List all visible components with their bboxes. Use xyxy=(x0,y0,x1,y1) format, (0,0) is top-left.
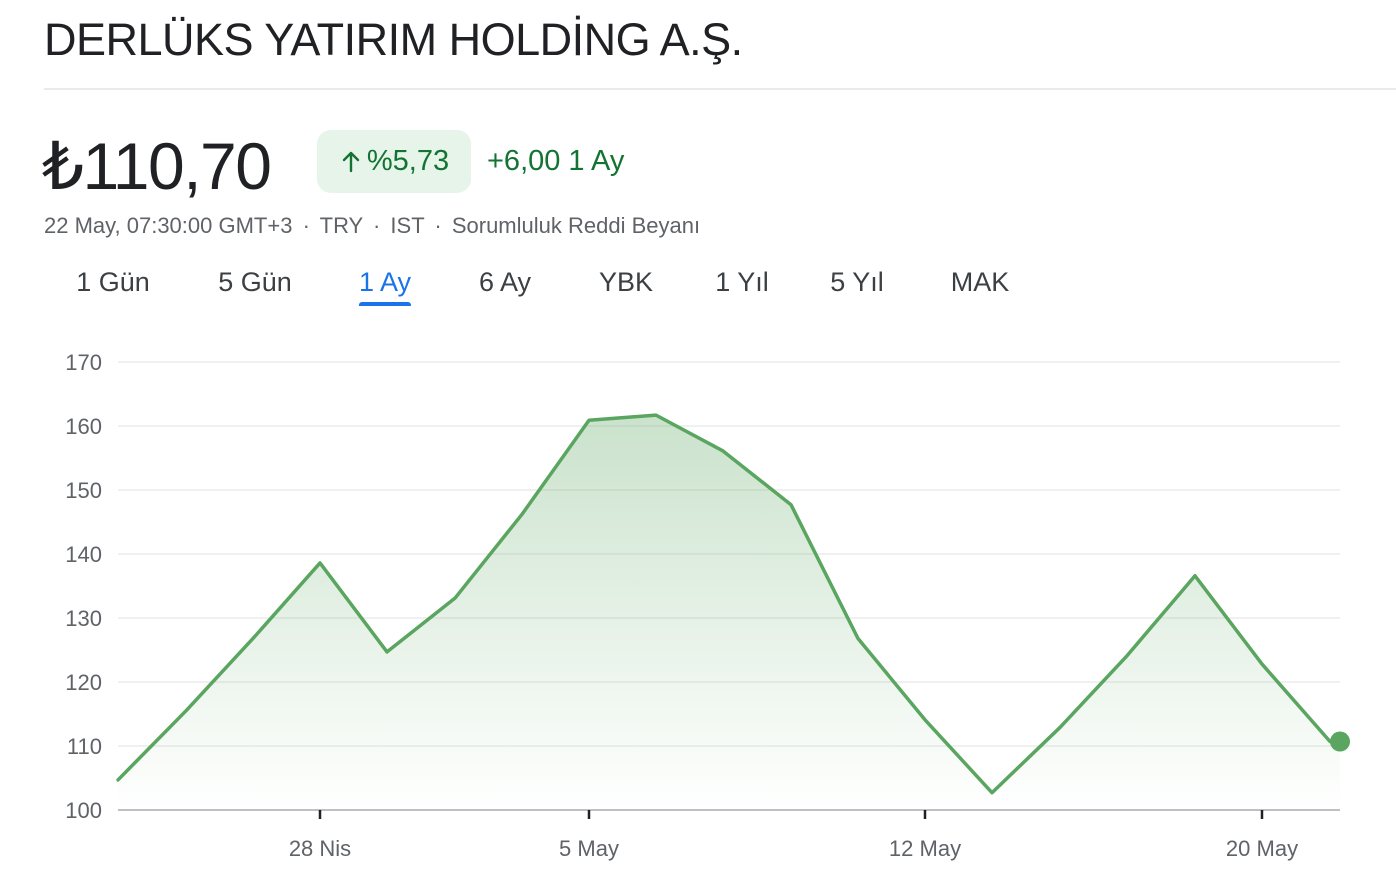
quote-exchange: IST xyxy=(390,213,425,238)
y-tick-label: 140 xyxy=(65,542,102,567)
x-tick-label: 12 May xyxy=(889,836,961,861)
change-percent-badge: %5,73 xyxy=(317,130,471,193)
tab-max[interactable]: MAK xyxy=(951,262,1010,302)
arrow-up-icon xyxy=(339,148,363,176)
x-tick-label: 20 May xyxy=(1226,836,1298,861)
tab-label: 5 Gün xyxy=(218,267,292,297)
y-tick-label: 130 xyxy=(65,606,102,631)
company-title: DERLÜKS YATIRIM HOLDİNG A.Ş. xyxy=(44,14,743,65)
tab-label: 1 Ay xyxy=(358,267,412,297)
active-tab-indicator xyxy=(358,302,412,306)
current-price-marker xyxy=(1330,731,1350,752)
y-tick-label: 170 xyxy=(65,350,102,375)
y-tick-label: 150 xyxy=(65,478,102,503)
tab-1-month[interactable]: 1 Ay xyxy=(358,262,412,306)
tab-6-month[interactable]: 6 Ay xyxy=(479,262,531,302)
change-absolute: +6,00 1 Ay xyxy=(487,145,625,177)
y-tick-label: 110 xyxy=(67,734,102,759)
disclaimer-link[interactable]: Sorumluluk Reddi Beyanı xyxy=(452,213,700,238)
price-area xyxy=(118,415,1340,810)
y-tick-label: 160 xyxy=(65,414,102,439)
tab-5-year[interactable]: 5 Yıl xyxy=(830,262,884,302)
tab-1-year[interactable]: 1 Yıl xyxy=(715,262,769,302)
current-price: ₺110,70 xyxy=(42,129,272,203)
tab-label: 6 Ay xyxy=(478,267,532,297)
price-chart-svg: 100 110 120 130 140 150 160 170 28 Nis 5 May 12 Ma… xyxy=(65,350,1350,861)
tab-label: YBK xyxy=(598,267,654,297)
tab-1-day[interactable]: 1 Gün xyxy=(76,262,150,302)
tab-ytd[interactable]: YBK xyxy=(599,262,653,302)
quote-meta: 22 May, 07:30:00 GMT+3 · TRY · IST · Sor… xyxy=(44,212,700,240)
quote-timestamp: 22 May, 07:30:00 GMT+3 xyxy=(44,213,293,238)
tab-5-day[interactable]: 5 Gün xyxy=(218,262,292,302)
x-tick-label: 28 Nis xyxy=(289,836,351,861)
tab-label: MAK xyxy=(950,267,1010,297)
tab-label: 1 Yıl xyxy=(715,267,769,297)
price-chart[interactable]: 100 110 120 130 140 150 160 170 28 Nis 5 May 12 Ma… xyxy=(0,330,1396,878)
meta-separator: · xyxy=(372,213,381,238)
tab-label: 1 Gün xyxy=(76,267,150,297)
quote-currency: TRY xyxy=(319,213,363,238)
header-divider xyxy=(44,88,1396,90)
meta-separator: · xyxy=(302,213,310,238)
y-tick-label: 120 xyxy=(65,670,102,695)
y-tick-label: 100 xyxy=(65,798,102,823)
change-percent: %5,73 xyxy=(366,145,450,177)
tab-label: 5 Yıl xyxy=(830,267,884,297)
meta-separator: · xyxy=(434,213,442,238)
x-tick-label: 5 May xyxy=(559,836,619,861)
